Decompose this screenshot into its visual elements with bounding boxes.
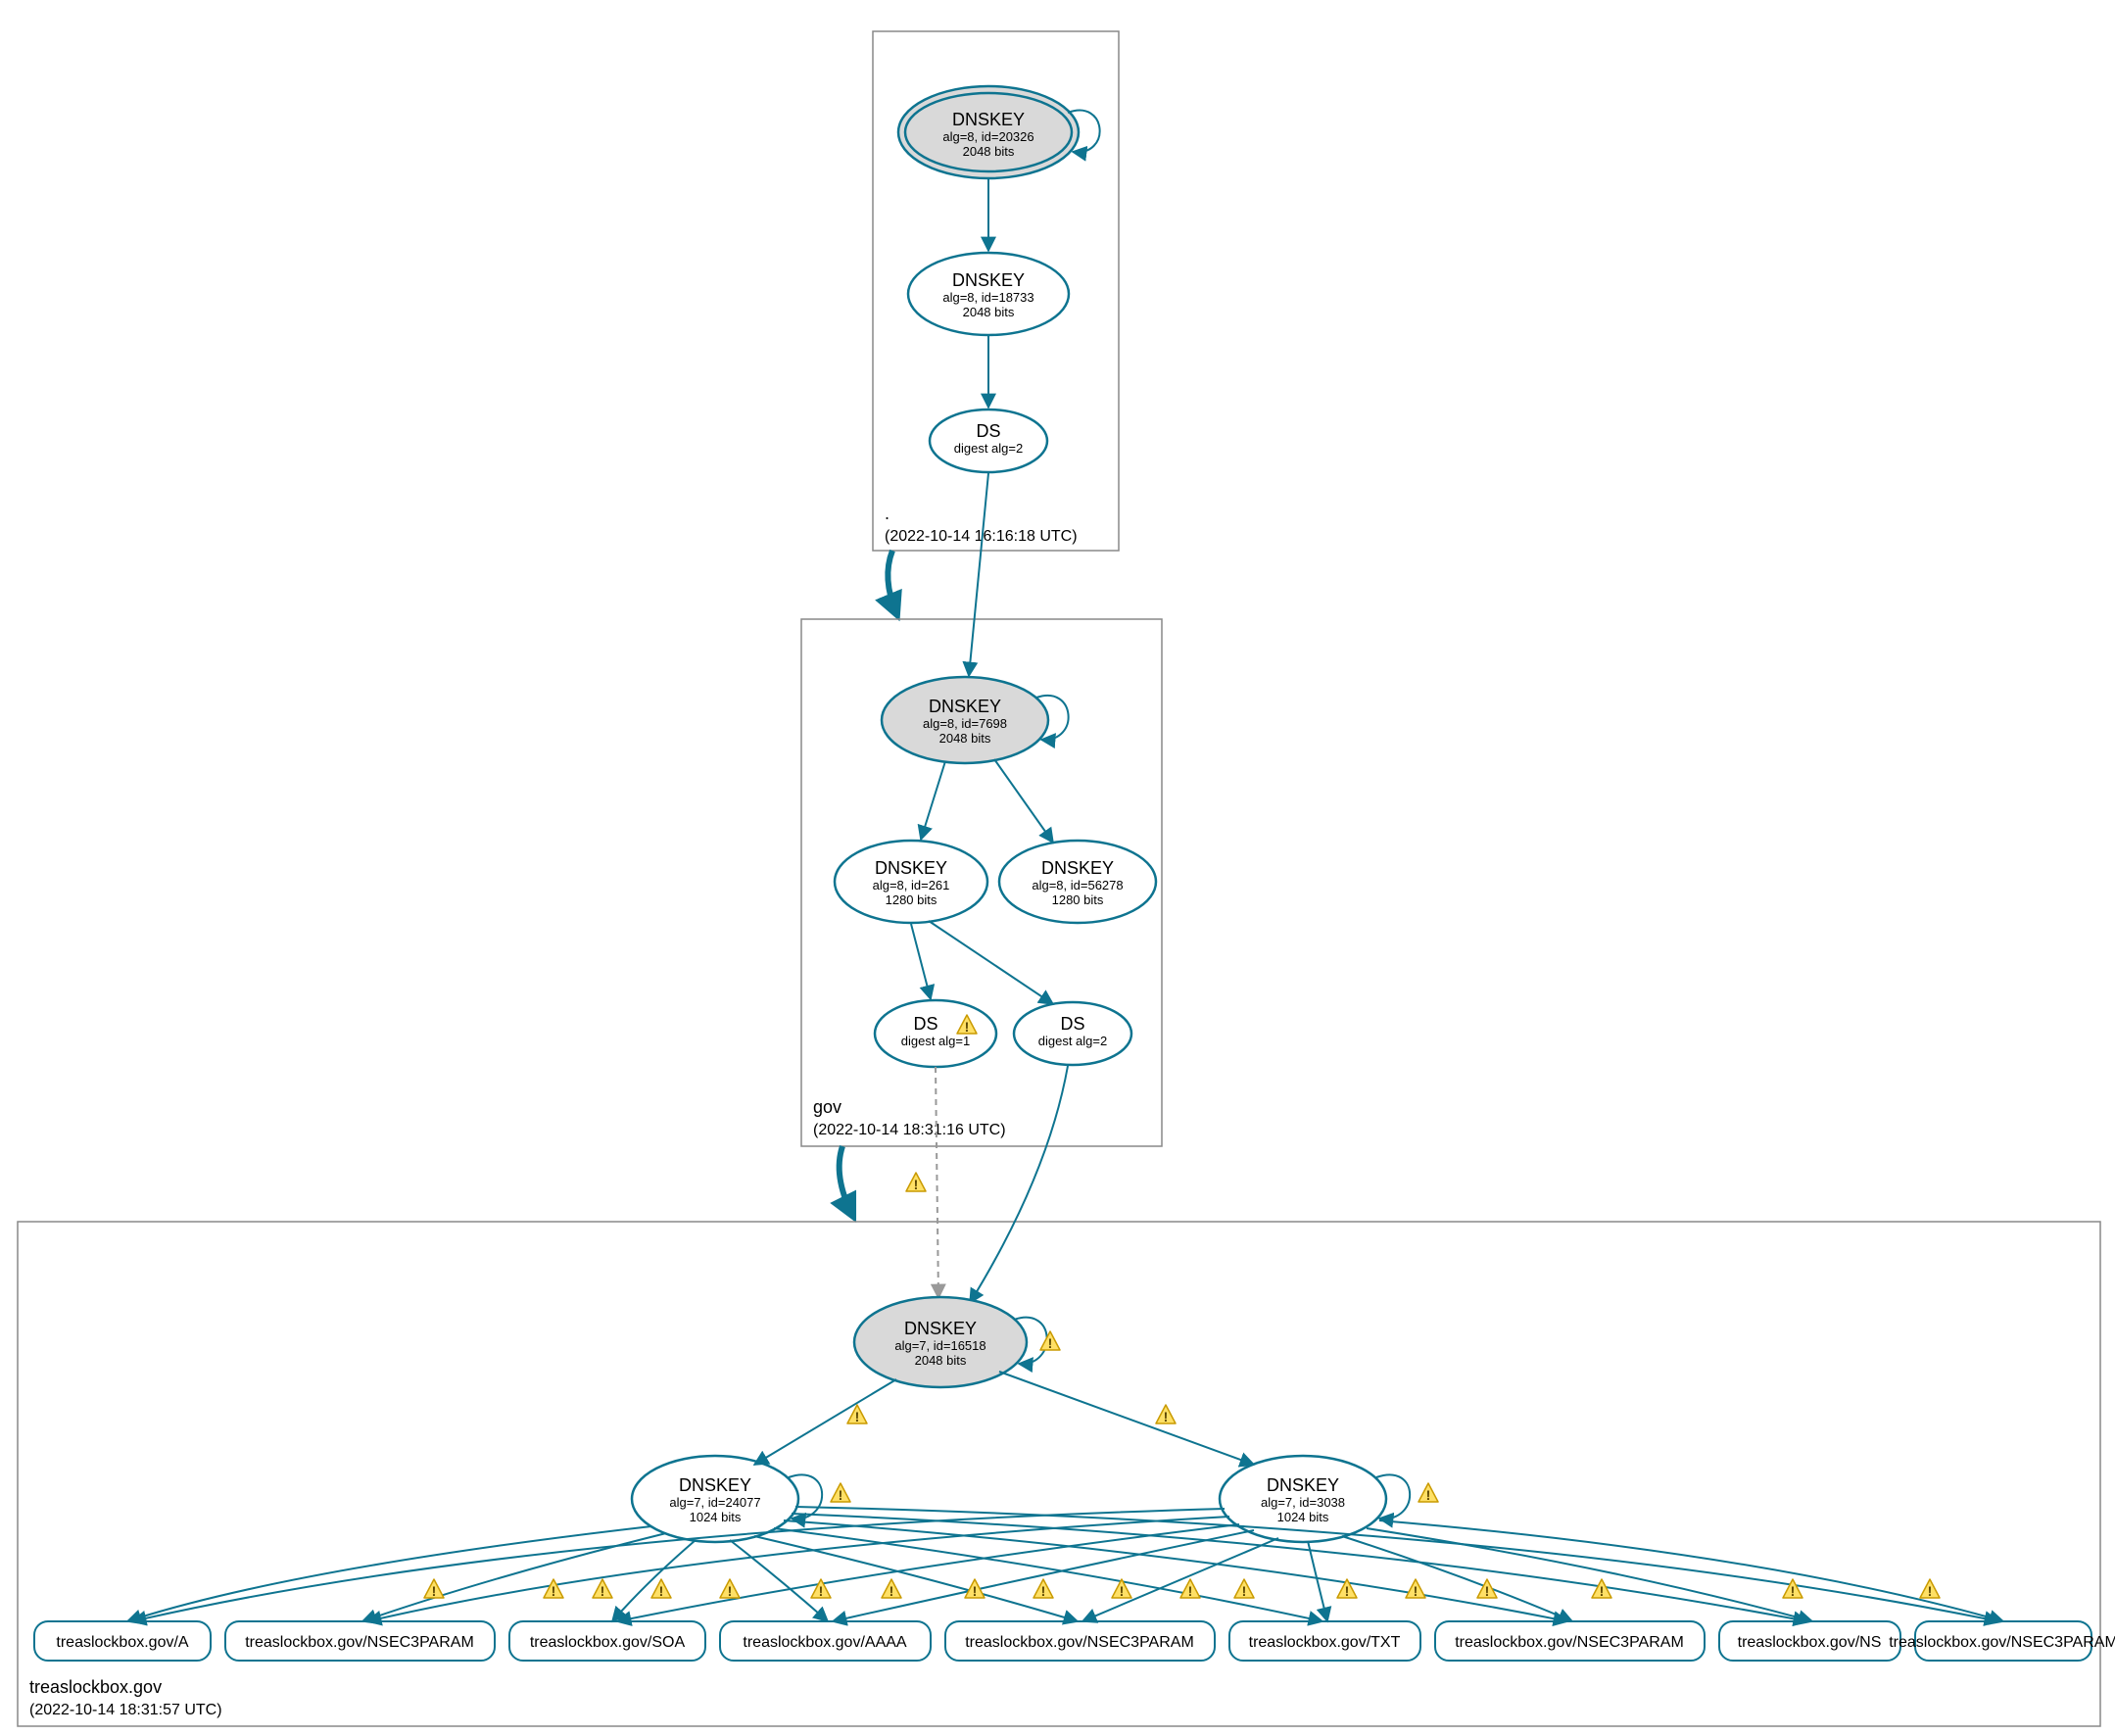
svg-text:DS: DS [913, 1014, 937, 1034]
svg-text:alg=7, id=16518: alg=7, id=16518 [894, 1338, 985, 1353]
node-gov-ds1: DS digest alg=1 [875, 1000, 996, 1067]
node-root-ds: DS digest alg=2 [930, 410, 1047, 472]
svg-text:DNSKEY: DNSKEY [952, 110, 1025, 129]
rrset-3: treaslockbox.gov/AAAA [720, 1621, 931, 1661]
rrset-1: treaslockbox.gov/NSEC3PARAM [225, 1621, 495, 1661]
rrset-0: treaslockbox.gov/A [34, 1621, 211, 1661]
svg-text:DNSKEY: DNSKEY [1041, 858, 1114, 878]
svg-text:alg=8, id=18733: alg=8, id=18733 [942, 290, 1033, 305]
rrset-4: treaslockbox.gov/NSEC3PARAM [945, 1621, 1215, 1661]
sig-edges [127, 1507, 2003, 1621]
node-treas-zsk1: DNSKEY alg=7, id=24077 1024 bits [632, 1456, 798, 1542]
rrset-2: treaslockbox.gov/SOA [509, 1621, 705, 1661]
node-treas-zsk2: DNSKEY alg=7, id=3038 1024 bits [1220, 1456, 1386, 1542]
zone-gov-label: gov [813, 1097, 841, 1117]
svg-text:1280 bits: 1280 bits [1052, 892, 1104, 907]
node-gov-ksk: DNSKEY alg=8, id=7698 2048 bits [882, 677, 1048, 763]
svg-text:alg=8, id=20326: alg=8, id=20326 [942, 129, 1033, 144]
warning-icon [1418, 1483, 1438, 1503]
svg-text:treaslockbox.gov/AAAA: treaslockbox.gov/AAAA [743, 1634, 907, 1651]
svg-text:2048 bits: 2048 bits [939, 731, 991, 746]
svg-text:digest alg=2: digest alg=2 [954, 441, 1023, 456]
rrset-5: treaslockbox.gov/TXT [1229, 1621, 1420, 1661]
rrset-8: treaslockbox.gov/NSEC3PARAM [1889, 1621, 2115, 1661]
rrset-6: treaslockbox.gov/NSEC3PARAM [1435, 1621, 1705, 1661]
zone-treas-label: treaslockbox.gov [29, 1677, 162, 1697]
svg-text:DNSKEY: DNSKEY [875, 858, 947, 878]
zone-gov-timestamp: (2022-10-14 18:31:16 UTC) [813, 1122, 1006, 1138]
svg-text:treaslockbox.gov/SOA: treaslockbox.gov/SOA [530, 1634, 686, 1651]
zone-root-label: . [885, 504, 889, 523]
node-treas-ksk: DNSKEY alg=7, id=16518 2048 bits [854, 1297, 1027, 1387]
svg-text:DS: DS [976, 421, 1000, 441]
svg-text:DNSKEY: DNSKEY [904, 1319, 977, 1338]
warning-icon [1156, 1405, 1176, 1424]
svg-text:2048 bits: 2048 bits [915, 1353, 967, 1368]
svg-text:DNSKEY: DNSKEY [929, 697, 1001, 716]
svg-text:alg=7, id=24077: alg=7, id=24077 [669, 1495, 760, 1510]
svg-text:DNSKEY: DNSKEY [952, 270, 1025, 290]
node-root-zsk: DNSKEY alg=8, id=18733 2048 bits [908, 253, 1069, 335]
warning-icon [831, 1483, 850, 1503]
svg-text:treaslockbox.gov/NSEC3PARAM: treaslockbox.gov/NSEC3PARAM [965, 1634, 1194, 1651]
svg-text:DNSKEY: DNSKEY [679, 1475, 751, 1495]
dnssec-diagram: ! . (2022-10-14 16:16:18 UTC) DNSKEY alg… [0, 0, 2115, 1736]
svg-text:DS: DS [1060, 1014, 1084, 1034]
node-root-ksk: DNSKEY alg=8, id=20326 2048 bits [898, 86, 1079, 178]
edge-root-to-gov [888, 551, 896, 613]
svg-text:treaslockbox.gov/NSEC3PARAM: treaslockbox.gov/NSEC3PARAM [1455, 1634, 1684, 1651]
rrset-row: treaslockbox.gov/A treaslockbox.gov/NSEC… [34, 1621, 2115, 1661]
zone-treas-timestamp: (2022-10-14 18:31:57 UTC) [29, 1702, 222, 1718]
svg-text:2048 bits: 2048 bits [963, 305, 1015, 319]
svg-text:alg=8, id=56278: alg=8, id=56278 [1032, 878, 1123, 892]
svg-text:DNSKEY: DNSKEY [1267, 1475, 1339, 1495]
svg-text:treaslockbox.gov/NSEC3PARAM: treaslockbox.gov/NSEC3PARAM [1889, 1634, 2115, 1651]
node-gov-zsk2: DNSKEY alg=8, id=56278 1280 bits [999, 841, 1156, 923]
svg-text:treaslockbox.gov/A: treaslockbox.gov/A [56, 1634, 189, 1651]
warning-icon [1040, 1331, 1060, 1351]
svg-text:alg=7, id=3038: alg=7, id=3038 [1261, 1495, 1345, 1510]
svg-text:1024 bits: 1024 bits [690, 1510, 742, 1524]
svg-text:alg=8, id=7698: alg=8, id=7698 [923, 716, 1007, 731]
edge-gov-to-treas [840, 1146, 852, 1215]
svg-text:1280 bits: 1280 bits [886, 892, 937, 907]
node-gov-ds2: DS digest alg=2 [1014, 1002, 1131, 1065]
rrset-7: treaslockbox.gov/NS [1719, 1621, 1900, 1661]
svg-text:digest alg=1: digest alg=1 [901, 1034, 970, 1048]
node-gov-zsk1: DNSKEY alg=8, id=261 1280 bits [835, 841, 987, 923]
svg-text:2048 bits: 2048 bits [963, 144, 1015, 159]
warning-icon [906, 1173, 926, 1192]
svg-text:digest alg=2: digest alg=2 [1038, 1034, 1107, 1048]
svg-text:treaslockbox.gov/NS: treaslockbox.gov/NS [1738, 1634, 1882, 1651]
svg-text:treaslockbox.gov/TXT: treaslockbox.gov/TXT [1249, 1634, 1401, 1651]
svg-text:1024 bits: 1024 bits [1277, 1510, 1329, 1524]
svg-text:alg=8, id=261: alg=8, id=261 [873, 878, 950, 892]
svg-text:treaslockbox.gov/NSEC3PARAM: treaslockbox.gov/NSEC3PARAM [245, 1634, 474, 1651]
